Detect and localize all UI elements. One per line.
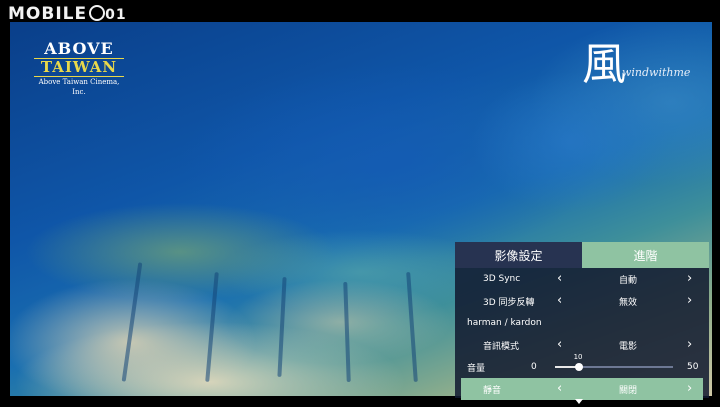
row-value: 無效 [618,297,637,308]
section-label: harman / kardon [467,318,542,328]
row-3d-sync[interactable]: 3D Sync ‹ 自動 › [455,268,709,290]
wind-glyph: 風 [582,39,626,90]
tab-advanced[interactable]: 進階 [582,242,709,268]
chevron-right-icon[interactable]: › [687,378,692,400]
volume-max: 50 [687,362,699,372]
menu-tabs: 影像設定 進階 [455,242,709,268]
row-value: 關閉 [618,385,637,396]
volume-min: 0 [531,362,537,372]
wind-subtitle: windwithme [622,66,691,79]
logo-line3: Above Taiwan Cinema, Inc. [38,78,120,96]
row-label: 靜音 [483,385,502,396]
row-label: 音量 [467,363,486,374]
chevron-right-icon[interactable]: › [687,268,692,290]
above-taiwan-logo: ABOVE TAIWAN Above Taiwan Cinema, Inc. [34,40,124,97]
chevron-left-icon[interactable]: ‹ [557,290,562,312]
picture-settings-panel: 影像設定 進階 3D Sync ‹ 自動 › 3D 同步反轉 ‹ 無效 › ha… [455,242,709,400]
watermark-text: MOBILE [8,4,88,24]
windwithme-mark: 風 windwithme [582,38,692,98]
row-label: 3D Sync [483,274,521,284]
tab-picture-settings[interactable]: 影像設定 [455,242,582,268]
row-value: 電影 [618,341,637,352]
chevron-right-icon[interactable]: › [687,290,692,312]
row-mute[interactable]: 靜音 ‹ 關閉 › [461,378,703,400]
volume-slider-knob[interactable] [574,363,583,371]
chevron-left-icon[interactable]: ‹ [557,268,562,290]
volume-slider[interactable]: 10 [555,353,673,371]
logo-line1: ABOVE [44,39,114,58]
chevron-right-icon[interactable]: › [687,334,692,356]
watermark-suffix: 01 [105,7,127,23]
volume-current: 10 [573,353,583,361]
section-harman-kardon: harman / kardon [455,312,709,334]
row-volume[interactable]: 音量 0 10 50 [455,353,709,378]
row-label: 音訊模式 [483,341,520,352]
chevron-left-icon[interactable]: ‹ [557,334,562,356]
scroll-down-arrow-icon[interactable] [575,399,583,404]
logo-line2: TAIWAN [34,58,124,77]
row-label: 3D 同步反轉 [483,297,535,308]
mobile01-logo-icon [89,5,106,21]
chevron-left-icon[interactable]: ‹ [557,378,562,400]
row-value: 自動 [618,275,637,286]
row-3d-sync-invert[interactable]: 3D 同步反轉 ‹ 無效 › [455,290,709,312]
